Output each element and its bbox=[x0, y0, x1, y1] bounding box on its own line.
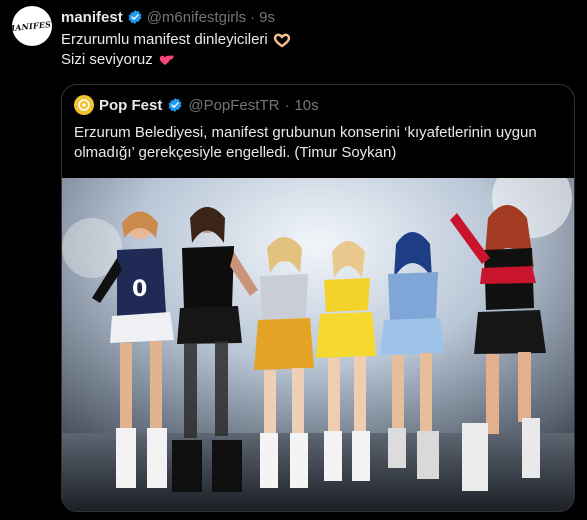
quote-header: Pop Fest @PopFestTR · 10s bbox=[74, 95, 319, 115]
quote-time[interactable]: 10s bbox=[294, 97, 318, 114]
quote-text: Erzurum Belediyesi, manifest grubunun ko… bbox=[74, 124, 537, 161]
author-handle[interactable]: @m6nifestgirls bbox=[147, 9, 246, 26]
svg-text:0: 0 bbox=[132, 277, 147, 302]
concert-photo-illustration: 0 bbox=[62, 178, 574, 511]
separator-dot: · bbox=[284, 96, 290, 114]
tweet-line-2: Sizi seviyoruz bbox=[61, 51, 153, 68]
quoted-tweet[interactable]: Pop Fest @PopFestTR · 10s Erzurum Beledi… bbox=[61, 84, 575, 512]
author-name[interactable]: manifest bbox=[61, 9, 123, 26]
tweet-line-1: Erzurumlu manifest dinleyicileri bbox=[61, 31, 268, 48]
verified-badge-icon bbox=[128, 10, 142, 24]
two-hearts-emoji-icon bbox=[159, 55, 174, 65]
avatar-logo-text: MANIFEST bbox=[12, 18, 52, 34]
tweet-time[interactable]: 9s bbox=[259, 9, 275, 26]
popfest-logo-icon[interactable] bbox=[74, 95, 94, 115]
concert-photo[interactable]: 0 bbox=[62, 178, 574, 511]
heart-hands-emoji-icon bbox=[273, 33, 290, 48]
verified-badge-icon bbox=[168, 98, 182, 112]
tweet-header: manifest @m6nifestgirls · 9s bbox=[61, 8, 275, 26]
quote-author-handle[interactable]: @PopFestTR bbox=[188, 97, 279, 114]
tweet-text: Erzurumlu manifest dinleyicileri Sizi se… bbox=[61, 30, 571, 70]
separator-dot: · bbox=[250, 8, 256, 26]
quote-author-name[interactable]: Pop Fest bbox=[99, 97, 162, 114]
author-avatar[interactable]: MANIFEST bbox=[12, 6, 52, 46]
